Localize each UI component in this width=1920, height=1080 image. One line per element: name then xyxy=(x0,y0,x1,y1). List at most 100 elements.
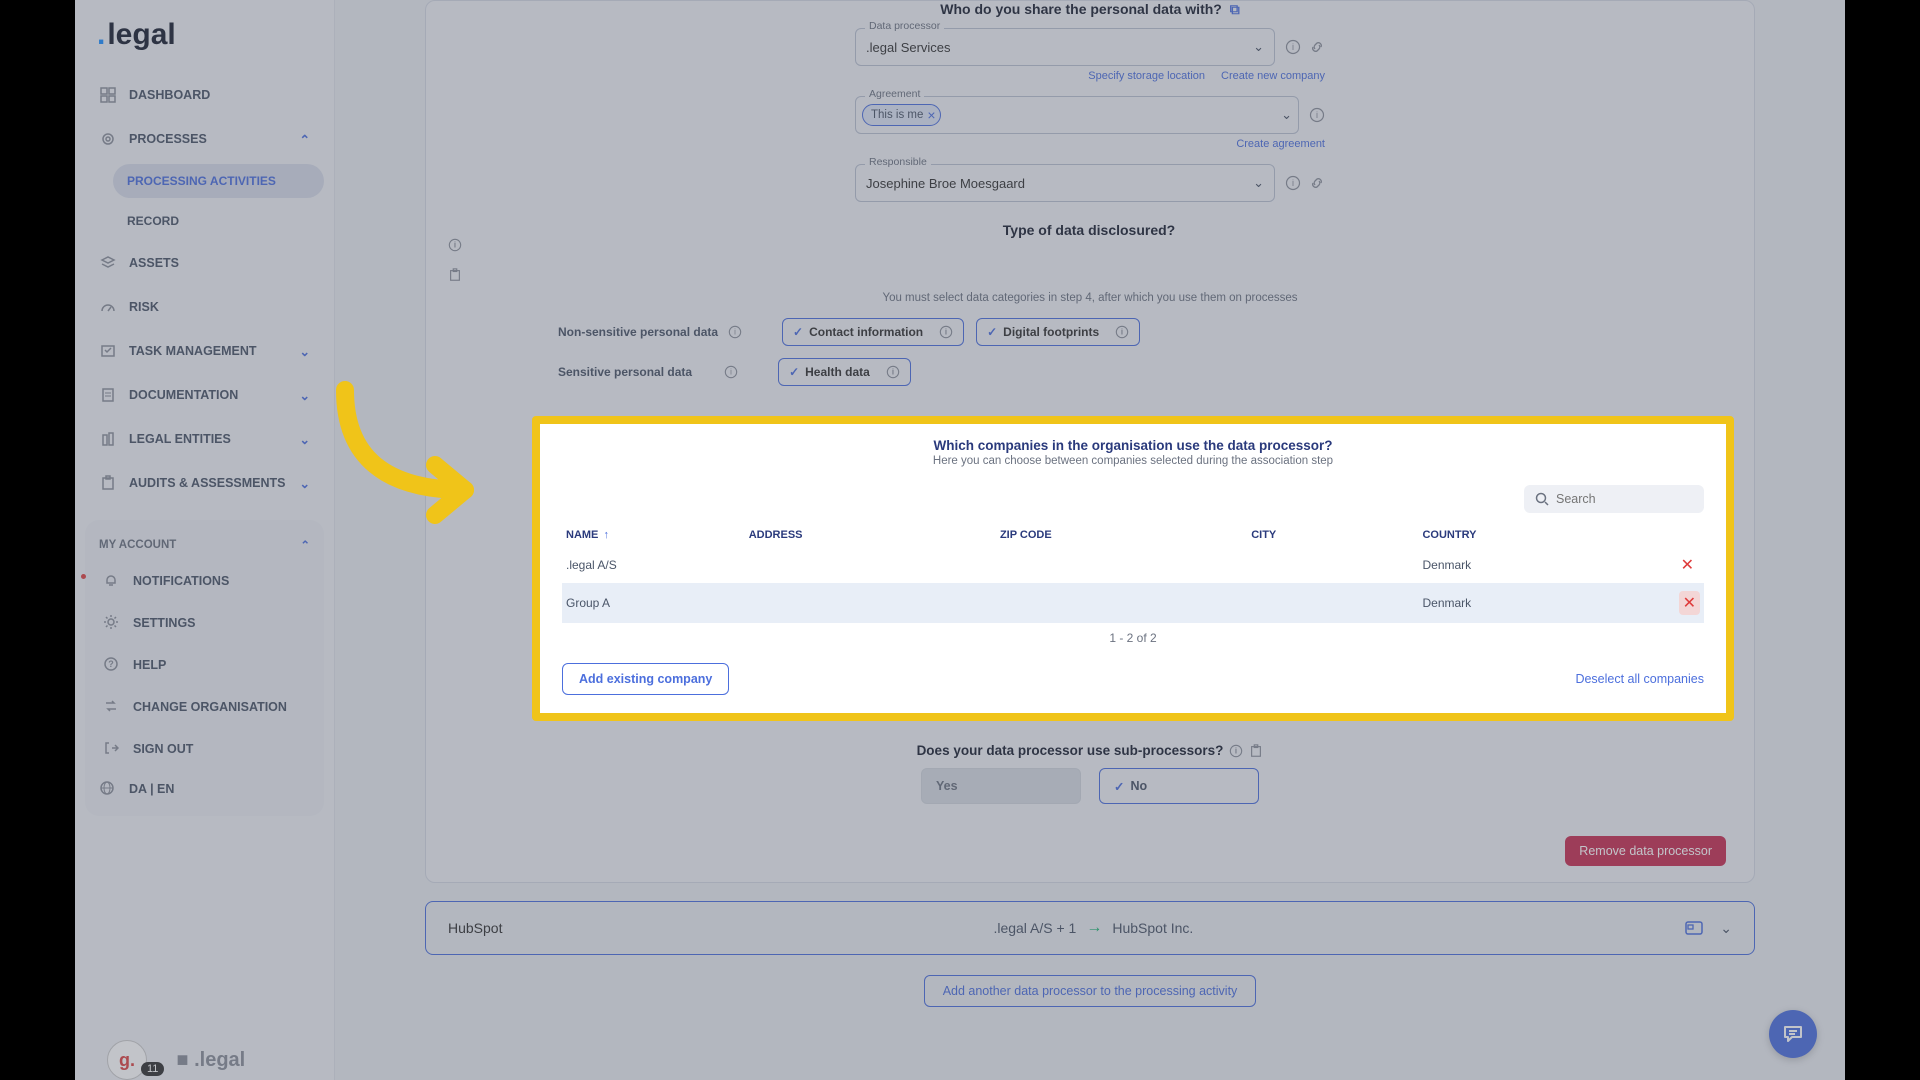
agreement-select[interactable]: This is me× ⌄ xyxy=(855,96,1299,134)
search-input-wrap[interactable] xyxy=(1524,485,1704,513)
info-icon[interactable]: i xyxy=(1309,107,1325,123)
subprocessor-yes-button[interactable]: Yes xyxy=(921,768,1081,804)
chevron-down-icon: ⌄ xyxy=(1253,175,1264,191)
field-label: Responsible xyxy=(865,156,931,168)
info-icon[interactable]: i xyxy=(939,325,953,339)
link-create-agreement[interactable]: Create agreement xyxy=(1236,138,1325,150)
clipboard-icon xyxy=(99,474,117,492)
nav-label: RISK xyxy=(129,300,159,314)
subnav-processing-activities[interactable]: PROCESSING ACTIVITIES xyxy=(113,164,324,198)
link-icon[interactable] xyxy=(1309,175,1325,191)
svg-text:i: i xyxy=(1121,328,1123,337)
table-row[interactable]: Group ADenmark ✕ xyxy=(562,583,1704,623)
remove-row-icon[interactable]: ✕ xyxy=(1679,591,1700,615)
info-icon[interactable]: i xyxy=(1285,39,1301,55)
agreement-tag[interactable]: This is me× xyxy=(862,104,941,126)
chevron-down-icon: ⌄ xyxy=(300,476,310,491)
responsible-select[interactable]: Josephine Broe Moesgaard ⌄ xyxy=(855,164,1275,202)
info-icon[interactable]: i xyxy=(724,365,738,379)
col-name[interactable]: NAME ↑ xyxy=(562,523,745,547)
subnav-record[interactable]: RECORD xyxy=(113,204,324,238)
link-specify-storage[interactable]: Specify storage location xyxy=(1088,70,1205,82)
info-icon[interactable]: i xyxy=(1115,325,1129,339)
nav-audits[interactable]: AUDITS & ASSESSMENTS ⌄ xyxy=(85,464,324,502)
globe-icon xyxy=(99,780,117,798)
gauge-icon xyxy=(99,298,117,316)
nav-risk[interactable]: RISK xyxy=(85,288,324,326)
chevron-down-icon: ⌄ xyxy=(1253,39,1264,55)
check-icon: ✓ xyxy=(789,365,799,379)
type-help: You must select data categories in step … xyxy=(448,292,1732,304)
document-icon xyxy=(99,386,117,404)
swap-icon xyxy=(103,698,121,716)
col-zip[interactable]: ZIP CODE xyxy=(996,523,1247,547)
clipboard-icon[interactable] xyxy=(1249,744,1263,758)
building-icon xyxy=(99,430,117,448)
chevron-up-icon: ⌃ xyxy=(300,132,310,147)
add-existing-company-button[interactable]: Add existing company xyxy=(562,663,729,695)
language-switch[interactable]: DA | EN xyxy=(85,772,324,806)
account-notifications[interactable]: NOTIFICATIONS xyxy=(89,562,320,600)
account-change-org[interactable]: CHANGE ORGANISATION xyxy=(89,688,320,726)
field-label: Data processor xyxy=(865,20,944,32)
chevron-down-icon: ⌄ xyxy=(300,388,310,403)
chevron-up-icon: ⌃ xyxy=(300,538,310,552)
link-create-company[interactable]: Create new company xyxy=(1221,70,1325,82)
chip-contact-info[interactable]: ✓Contact informationi xyxy=(782,318,964,346)
col-country[interactable]: COUNTRY xyxy=(1418,523,1624,547)
nav-task-management[interactable]: TASK MANAGEMENT ⌄ xyxy=(85,332,324,370)
clipboard-icon[interactable] xyxy=(448,268,1732,282)
hubspot-card[interactable]: HubSpot .legal A/S + 1 → HubSpot Inc. ⌄ xyxy=(425,901,1755,955)
chevron-down-icon: ⌄ xyxy=(300,432,310,447)
subprocessor-no-button[interactable]: ✓No xyxy=(1099,768,1259,804)
info-icon[interactable]: i xyxy=(1285,175,1301,191)
account-section: MY ACCOUNT ⌃ NOTIFICATIONS SETTINGS ? HE… xyxy=(85,520,324,816)
account-signout[interactable]: SIGN OUT xyxy=(89,730,320,768)
nav-label: DOCUMENTATION xyxy=(129,388,238,402)
add-another-processor-button[interactable]: Add another data processor to the proces… xyxy=(924,975,1257,1007)
hubspot-name: HubSpot xyxy=(448,920,502,936)
nav-processes[interactable]: PROCESSES ⌃ xyxy=(85,120,324,158)
remove-row-icon[interactable]: ✕ xyxy=(1681,555,1700,575)
table-paging: 1 - 2 of 2 xyxy=(562,623,1704,653)
card-icon[interactable] xyxy=(1684,918,1704,938)
data-processor-select[interactable]: .legal Services ⌄ xyxy=(855,28,1275,66)
check-icon: ✓ xyxy=(987,325,997,339)
chip-digital-footprints[interactable]: ✓Digital footprintsi xyxy=(976,318,1140,346)
tasks-icon xyxy=(99,342,117,360)
nav-dashboard[interactable]: DASHBOARD xyxy=(85,76,324,114)
chat-icon xyxy=(1781,1022,1805,1046)
account-settings[interactable]: SETTINGS xyxy=(89,604,320,642)
nav-documentation[interactable]: DOCUMENTATION ⌄ xyxy=(85,376,324,414)
chevron-down-icon[interactable]: ⌄ xyxy=(1720,920,1732,937)
svg-text:i: i xyxy=(454,241,456,250)
remove-tag-icon[interactable]: × xyxy=(927,107,935,123)
signout-icon xyxy=(103,740,121,758)
type-title: Type of data disclosured? i xyxy=(448,222,1732,282)
search-input[interactable] xyxy=(1556,492,1694,506)
g-badge-icon[interactable]: g. xyxy=(107,1040,147,1080)
chip-health-data[interactable]: ✓Health datai xyxy=(778,358,911,386)
col-address[interactable]: ADDRESS xyxy=(745,523,996,547)
account-header[interactable]: MY ACCOUNT ⌃ xyxy=(85,524,324,558)
check-icon: ✓ xyxy=(793,325,803,339)
table-row[interactable]: .legal A/SDenmark ✕ xyxy=(562,547,1704,583)
sensitive-label: Sensitive personal data xyxy=(558,365,692,379)
search-icon xyxy=(1534,491,1550,507)
chat-button[interactable] xyxy=(1769,1010,1817,1058)
nav-legal-entities[interactable]: LEGAL ENTITIES ⌄ xyxy=(85,420,324,458)
info-icon[interactable]: i xyxy=(886,365,900,379)
account-help[interactable]: ? HELP xyxy=(89,646,320,684)
field-label: Agreement xyxy=(865,88,924,100)
subprocessor-question: Does your data processor use sub-process… xyxy=(426,743,1754,758)
info-icon[interactable]: i xyxy=(728,325,742,339)
link-icon[interactable] xyxy=(1309,39,1325,55)
nav-label: LEGAL ENTITIES xyxy=(129,432,231,446)
copy-icon[interactable]: ⧉ xyxy=(1230,1,1240,17)
remove-data-processor-button[interactable]: Remove data processor xyxy=(1565,836,1726,866)
info-icon[interactable]: i xyxy=(1229,744,1243,758)
info-icon[interactable]: i xyxy=(448,238,1732,252)
col-city[interactable]: CITY xyxy=(1247,523,1418,547)
deselect-all-link[interactable]: Deselect all companies xyxy=(1575,672,1704,686)
nav-assets[interactable]: ASSETS xyxy=(85,244,324,282)
